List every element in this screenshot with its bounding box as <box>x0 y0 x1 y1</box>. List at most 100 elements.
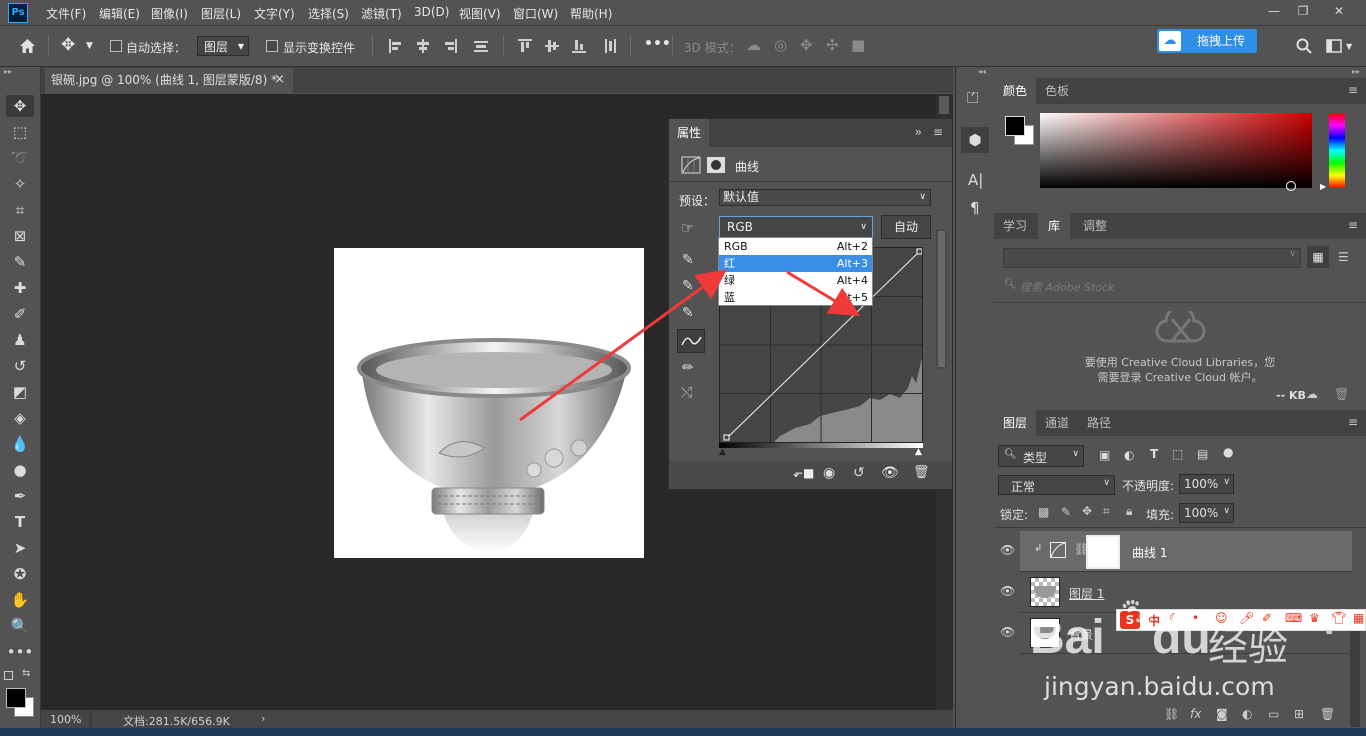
tab-libraries[interactable]: 库 <box>1038 213 1070 239</box>
chevron-down-icon[interactable]: ▼ <box>86 41 93 51</box>
more-options-icon[interactable]: ••• <box>644 36 671 52</box>
menu-layer[interactable]: 图层(L) <box>201 5 241 22</box>
dodge-tool-icon[interactable]: ● <box>6 459 34 481</box>
crop-tool-icon[interactable]: ⌗ <box>6 199 34 221</box>
menu-type[interactable]: 文字(Y) <box>254 5 295 22</box>
paint-bucket-icon[interactable]: ◈ <box>6 407 34 429</box>
channel-dropdown[interactable]: RGB Alt+2 红 Alt+3 绿 Alt+4 蓝 Alt+5 <box>718 237 873 306</box>
pen-icon[interactable]: ✐ <box>1262 611 1272 625</box>
layer-style-icon[interactable]: fx <box>1190 707 1201 721</box>
blur-tool-icon[interactable]: 💧 <box>6 433 34 455</box>
3d-pan-icon[interactable]: ✥ <box>800 36 813 54</box>
visibility-eye-icon[interactable]: 👁 <box>1000 584 1016 598</box>
document-tab[interactable]: 银碗.jpg @ 100% (曲线 1, 图层蒙版/8) * × <box>45 68 293 93</box>
moon-icon[interactable]: ☾ <box>1169 611 1180 625</box>
target-adjustment-icon[interactable]: ☞ <box>681 219 694 237</box>
zoom-level[interactable]: 100% <box>50 713 81 726</box>
upload-button[interactable]: ☁ 拖拽上传 <box>1157 29 1257 53</box>
pencil-curve-icon[interactable]: ✏ <box>682 360 694 376</box>
tab-learn[interactable]: 学习 <box>994 213 1036 239</box>
menu-select[interactable]: 选择(S) <box>308 5 349 22</box>
tab-swatches[interactable]: 色板 <box>1038 78 1076 104</box>
auto-button[interactable]: 自动 <box>881 215 931 239</box>
fill-field[interactable]: 100% ∨ <box>1179 503 1234 523</box>
channel-option-rgb[interactable]: RGB Alt+2 <box>719 238 872 255</box>
hand-tool-icon[interactable]: ✋ <box>6 589 34 611</box>
move-tool-icon[interactable]: ✥ <box>61 35 75 55</box>
channel-option-red[interactable]: 红 Alt+3 <box>719 255 872 272</box>
tab-channels[interactable]: 通道 <box>1038 410 1076 436</box>
layer-row-curves[interactable]: 👁 ↲ ⛓ 曲线 1 <box>1000 531 1352 572</box>
menu-file[interactable]: 文件(F) <box>46 5 86 22</box>
tab-color[interactable]: 颜色 <box>994 78 1036 104</box>
layers-scrollbar[interactable] <box>1350 627 1360 727</box>
shape-tool-icon[interactable]: ✪ <box>6 563 34 585</box>
keyboard-icon[interactable]: ⌨ <box>1285 611 1302 625</box>
channel-option-blue[interactable]: 蓝 Alt+5 <box>719 289 872 306</box>
history-brush-icon[interactable]: ↺ <box>6 355 34 377</box>
layer-row-layer1[interactable]: 👁 图层 1 <box>1000 572 1352 613</box>
tab-layers[interactable]: 图层 <box>994 410 1036 436</box>
default-colors-icon[interactable] <box>4 671 13 680</box>
show-transform-checkbox[interactable] <box>266 40 278 52</box>
grid-view-icon[interactable]: ▦ <box>1307 246 1329 268</box>
add-mask-icon[interactable]: ◙ <box>1216 707 1228 721</box>
close-tab-icon[interactable]: × <box>274 68 285 92</box>
color-field[interactable] <box>1040 113 1312 191</box>
delete-layer-icon[interactable]: 🗑 <box>1320 707 1335 721</box>
ime-language[interactable]: 中 <box>1148 612 1160 629</box>
expand-icon[interactable]: ▸▸ <box>1352 67 1360 76</box>
zoom-tool-icon[interactable]: 🔍 <box>6 615 34 637</box>
menu-edit[interactable]: 编辑(E) <box>99 5 140 22</box>
menu-view[interactable]: 视图(V) <box>459 5 501 22</box>
cloud-sync-icon[interactable]: ☁ <box>1306 387 1318 401</box>
chevron-down-icon[interactable]: ▼ <box>1346 42 1352 51</box>
align-middle-icon[interactable] <box>545 39 559 53</box>
color-picker-marker[interactable] <box>1286 181 1296 191</box>
layer-mask-icon[interactable] <box>707 157 725 173</box>
white-point-eyedropper-icon[interactable]: ✎ <box>682 305 694 321</box>
white-slider-icon[interactable]: ▲ <box>915 447 922 457</box>
3d-orbit-icon[interactable]: ☁ <box>746 36 761 54</box>
curve-point-tool[interactable] <box>677 329 705 353</box>
pen-tool-icon[interactable]: ✒ <box>6 485 34 507</box>
menu-3d[interactable]: 3D(D) <box>414 5 449 19</box>
collapse-icon[interactable]: ◂◂ <box>978 67 986 76</box>
panel-menu-icon[interactable]: ≡ <box>1348 218 1358 232</box>
type-tool-icon[interactable]: T <box>6 511 34 533</box>
shirt-icon[interactable]: 👕︎ <box>1331 611 1346 625</box>
3d-roll-icon[interactable]: ◎ <box>774 36 787 54</box>
trash-icon[interactable]: 🗑 <box>1334 387 1349 401</box>
grid-icon[interactable]: ▦ <box>1353 611 1364 625</box>
black-point-eyedropper-icon[interactable]: ✎ <box>682 252 694 268</box>
channel-select[interactable]: RGB ∨ <box>719 216 873 238</box>
distribute-icon[interactable] <box>474 39 488 53</box>
filter-pixel-icon[interactable]: ▣ <box>1099 448 1110 462</box>
healing-brush-icon[interactable]: ✚ <box>6 277 34 299</box>
blend-mode-select[interactable]: 正常 ∨ <box>998 475 1115 495</box>
lock-all-icon[interactable]: 🔒︎ <box>1126 504 1132 519</box>
align-center-icon[interactable] <box>416 39 430 53</box>
document-canvas[interactable] <box>334 248 644 558</box>
visibility-icon[interactable]: 👁 <box>881 465 899 481</box>
auto-select-target-select[interactable]: 图层 ▼ <box>197 36 249 56</box>
workspace-icon[interactable] <box>1326 39 1342 53</box>
new-group-icon[interactable]: ▭ <box>1268 707 1279 721</box>
character-panel-icon[interactable]: A| <box>968 171 983 189</box>
filter-smart-object-icon[interactable]: ▤ <box>1197 447 1208 461</box>
emoji-icon[interactable]: ☺ <box>1215 611 1228 625</box>
menu-image[interactable]: 图像(I) <box>151 5 188 22</box>
gray-point-eyedropper-icon[interactable]: ✎ <box>682 278 694 294</box>
visibility-eye-icon[interactable]: 👁 <box>1000 543 1016 557</box>
punctuation-icon[interactable]: • <box>1192 611 1199 625</box>
brush-tool-icon[interactable]: ✐ <box>6 303 34 325</box>
align-right-icon[interactable] <box>443 39 457 53</box>
layer-mask-thumbnail[interactable] <box>1086 535 1120 569</box>
ime-toolbar[interactable]: S 中 ☾ • ☺ 🎤︎ ✐ ⌨ ♛ 👕︎ ▦ <box>1116 609 1366 631</box>
swap-colors-icon[interactable]: ⇆ <box>22 668 30 679</box>
lasso-tool-icon[interactable]: ➰ <box>6 147 34 169</box>
3d-slide-icon[interactable]: ✣ <box>826 36 839 54</box>
align-bottom-icon[interactable] <box>572 39 586 53</box>
lock-transparent-icon[interactable]: ▩ <box>1038 505 1049 519</box>
clip-to-layer-icon[interactable]: ⬐■ <box>793 466 814 480</box>
